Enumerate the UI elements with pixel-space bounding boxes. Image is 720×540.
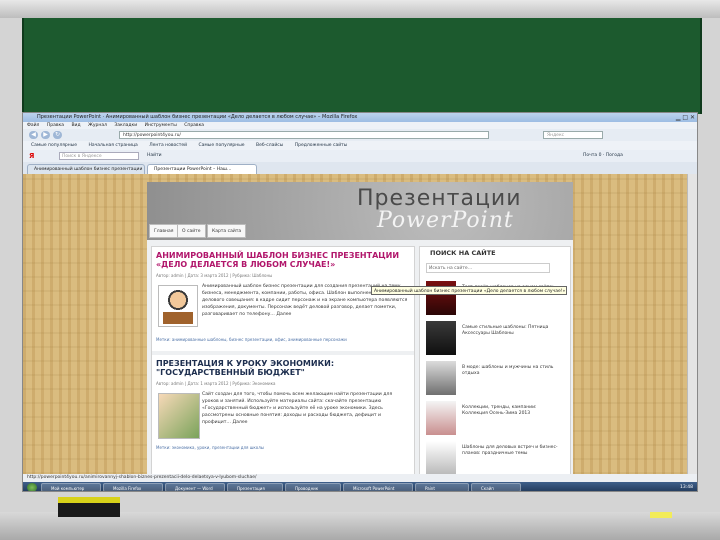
sidebar-ad[interactable]: Самые стильные шаблоны: Пятница Аксессуа… xyxy=(426,321,566,359)
desk-icon xyxy=(163,312,193,324)
menu-view[interactable]: Вид xyxy=(71,123,80,128)
nav-sitemap[interactable]: Карта сайта xyxy=(207,224,247,238)
fashion-image xyxy=(426,361,456,395)
yandex-search-button[interactable]: Найти xyxy=(147,150,162,162)
bookmark-item[interactable]: Самые популярные xyxy=(199,143,245,148)
article-title[interactable]: АНИМИРОВАННЫЙ ШАБЛОН БИЗНЕС ПРЕЗЕНТАЦИИ … xyxy=(156,251,406,269)
menu-bookmarks[interactable]: Закладки xyxy=(114,123,137,128)
taskbar-item[interactable]: Документ — Word xyxy=(165,483,225,491)
nav-about[interactable]: О сайте xyxy=(177,224,206,238)
website: Презентации PowerPoint Главная О сайте К… xyxy=(147,182,573,474)
article-tags[interactable]: Метки: анимированные шаблоны, бизнес пре… xyxy=(156,337,347,343)
sidebar-ad[interactable]: В моде: шаблоны и мужчины на стиль отдых… xyxy=(426,361,566,399)
tab-bar: Анимированный шаблон бизнес презентации … xyxy=(23,162,697,174)
navigation-bar: ◀ ▶ ↻ http://powerpoint4you.ru/ Яндекс xyxy=(23,129,697,141)
taskbar-item[interactable]: Mozilla Firefox xyxy=(103,483,163,491)
bookmark-item[interactable]: Самые популярные xyxy=(31,143,77,148)
yandex-toolbar: Я Поиск в Яндексе Найти Почта 0 · Погода xyxy=(23,150,697,162)
bookmark-item[interactable]: Предложенные сайты xyxy=(295,143,348,148)
reload-button[interactable]: ↻ xyxy=(53,131,62,139)
bookmark-item[interactable]: Веб-слайсы xyxy=(256,143,283,148)
article-title[interactable]: ПРЕЗЕНТАЦИЯ К УРОКУ ЭКОНОМИКИ: "ГОСУДАРС… xyxy=(156,359,406,377)
taskbar-item[interactable]: Paint xyxy=(415,483,469,491)
back-button[interactable]: ◀ xyxy=(29,131,38,139)
site-nav: Главная О сайте Карта сайта xyxy=(147,220,573,238)
article-tags[interactable]: Метки: экономика, уроки, презентации для… xyxy=(156,445,264,451)
vertical-scrollbar[interactable] xyxy=(687,174,697,474)
article-meta: Автор: admin | Дата: 1 марта 2012 | Рубр… xyxy=(156,381,276,386)
tab-2-active[interactable]: Презентации PowerPoint – Наш… xyxy=(147,164,257,174)
sidebar-ad[interactable]: Шаблоны для деловых встреч и бизнес-план… xyxy=(426,441,566,474)
tab-1[interactable]: Анимированный шаблон бизнес презентации … xyxy=(27,164,145,174)
menu-tools[interactable]: Инструменты xyxy=(145,123,177,128)
taskbar-item[interactable]: Microsoft PowerPoint xyxy=(343,483,413,491)
menu-bar: Файл Правка Вид Журнал Закладки Инструме… xyxy=(23,122,697,129)
board-top-frame xyxy=(0,0,720,18)
menu-file[interactable]: Файл xyxy=(27,123,39,128)
bookmarks-bar: Самые популярные Начальная страница Лент… xyxy=(23,141,697,150)
yandex-logo-icon: Я xyxy=(29,152,35,160)
address-bar[interactable]: http://powerpoint4you.ru/ xyxy=(119,131,489,139)
menu-edit[interactable]: Правка xyxy=(47,123,64,128)
sidebar-ad-text: Коллекции, тренды, кампании: Коллекция О… xyxy=(462,405,537,416)
search-input[interactable]: Яндекс xyxy=(543,131,603,139)
article-thumbnail[interactable] xyxy=(158,393,200,439)
taskbar-item[interactable]: Проводник xyxy=(285,483,341,491)
taskbar-item[interactable]: Скайп xyxy=(471,483,521,491)
sidebar-heading: ПОИСК НА САЙТЕ xyxy=(430,249,496,257)
chalkboard xyxy=(22,18,702,114)
sidebar: ПОИСК НА САЙТЕ Искать на сайте… Тест-дра… xyxy=(419,246,571,474)
window-controls[interactable]: ▁ □ ✕ xyxy=(676,114,695,121)
minimize-icon[interactable]: ▁ xyxy=(676,114,681,121)
sidebar-ad-text: Самые стильные шаблоны: Пятница Аксессуа… xyxy=(462,325,549,336)
article-excerpt: Сайт создан для того, чтобы помочь всем … xyxy=(202,392,393,425)
main-column: АНИМИРОВАННЫЙ ШАБЛОН БИЗНЕС ПРЕЗЕНТАЦИИ … xyxy=(151,246,415,474)
site-search-input[interactable]: Искать на сайте… xyxy=(426,263,550,273)
window-title: Презентации PowerPoint · Анимированный ш… xyxy=(23,113,697,122)
article-meta: Автор: admin | Дата: 3 марта 2012 | Рубр… xyxy=(156,273,273,278)
close-icon[interactable]: ✕ xyxy=(690,114,695,121)
nav-home[interactable]: Главная xyxy=(149,224,179,238)
model-image xyxy=(426,401,456,435)
yandex-search-input[interactable]: Поиск в Яндексе xyxy=(59,152,139,160)
browser-window: Презентации PowerPoint · Анимированный ш… xyxy=(22,112,698,492)
product-image xyxy=(426,441,456,474)
bookmark-item[interactable]: Начальная страница xyxy=(89,143,138,148)
taskbar-item[interactable]: Презентация xyxy=(227,483,283,491)
forward-button[interactable]: ▶ xyxy=(41,131,50,139)
chalk-icon xyxy=(650,512,672,518)
yandex-info: Почта 0 · Погода xyxy=(583,153,623,158)
sidebar-ad-text: В моде: шаблоны и мужчины на стиль отдых… xyxy=(462,365,554,376)
eraser-icon xyxy=(58,497,120,517)
menu-history[interactable]: Журнал xyxy=(88,123,107,128)
taskbar-clock: 13:48 xyxy=(680,485,693,490)
jacket-image xyxy=(426,321,456,355)
bookmark-item[interactable]: Лента новостей xyxy=(149,143,187,148)
page-viewport: Презентации PowerPoint Главная О сайте К… xyxy=(23,174,697,474)
taskbar-item[interactable]: Мой компьютер xyxy=(41,483,101,491)
menu-help[interactable]: Справка xyxy=(184,123,204,128)
sidebar-ad-text: Шаблоны для деловых встреч и бизнес-план… xyxy=(462,445,558,456)
start-button[interactable] xyxy=(27,483,37,491)
article-divider xyxy=(152,351,414,355)
sidebar-ad[interactable]: Коллекции, тренды, кампании: Коллекция О… xyxy=(426,401,566,439)
maximize-icon[interactable]: □ xyxy=(682,114,688,121)
taskbar: Мой компьютер Mozilla Firefox Документ —… xyxy=(23,482,697,491)
status-bar: http://powerpoint4you.ru/animirovannyj-s… xyxy=(23,474,697,482)
article-thumbnail[interactable] xyxy=(158,285,198,327)
link-tooltip: Анимированный шаблон бизнес презентации … xyxy=(371,286,567,295)
